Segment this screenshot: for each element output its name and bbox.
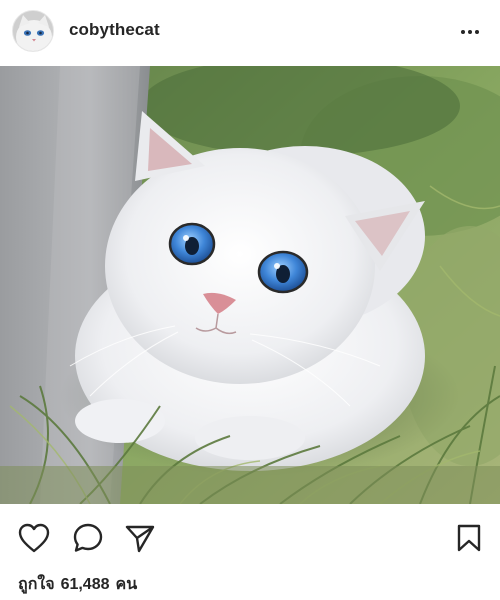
likes-suffix: คน	[115, 576, 138, 593]
avatar[interactable]	[12, 10, 54, 52]
more-options-button[interactable]	[452, 20, 488, 44]
bookmark-icon	[457, 524, 481, 552]
post-header: cobythecat	[0, 0, 500, 66]
likes-number: 61,488	[60, 576, 110, 593]
cat-avatar-image	[13, 11, 53, 51]
like-button[interactable]	[16, 520, 52, 556]
action-bar	[0, 514, 500, 562]
likes-count[interactable]: ถูกใจ 61,488 คน	[18, 572, 137, 597]
comment-button[interactable]	[70, 520, 106, 556]
heart-icon	[18, 523, 50, 553]
likes-prefix: ถูกใจ	[18, 576, 55, 593]
comment-icon	[73, 523, 103, 552]
share-button[interactable]	[122, 520, 158, 556]
post-image[interactable]	[0, 66, 500, 504]
username[interactable]: cobythecat	[69, 20, 160, 40]
save-button[interactable]	[451, 520, 487, 556]
more-options-icon	[461, 30, 465, 34]
share-icon	[125, 525, 155, 553]
cat-photo	[0, 66, 500, 504]
